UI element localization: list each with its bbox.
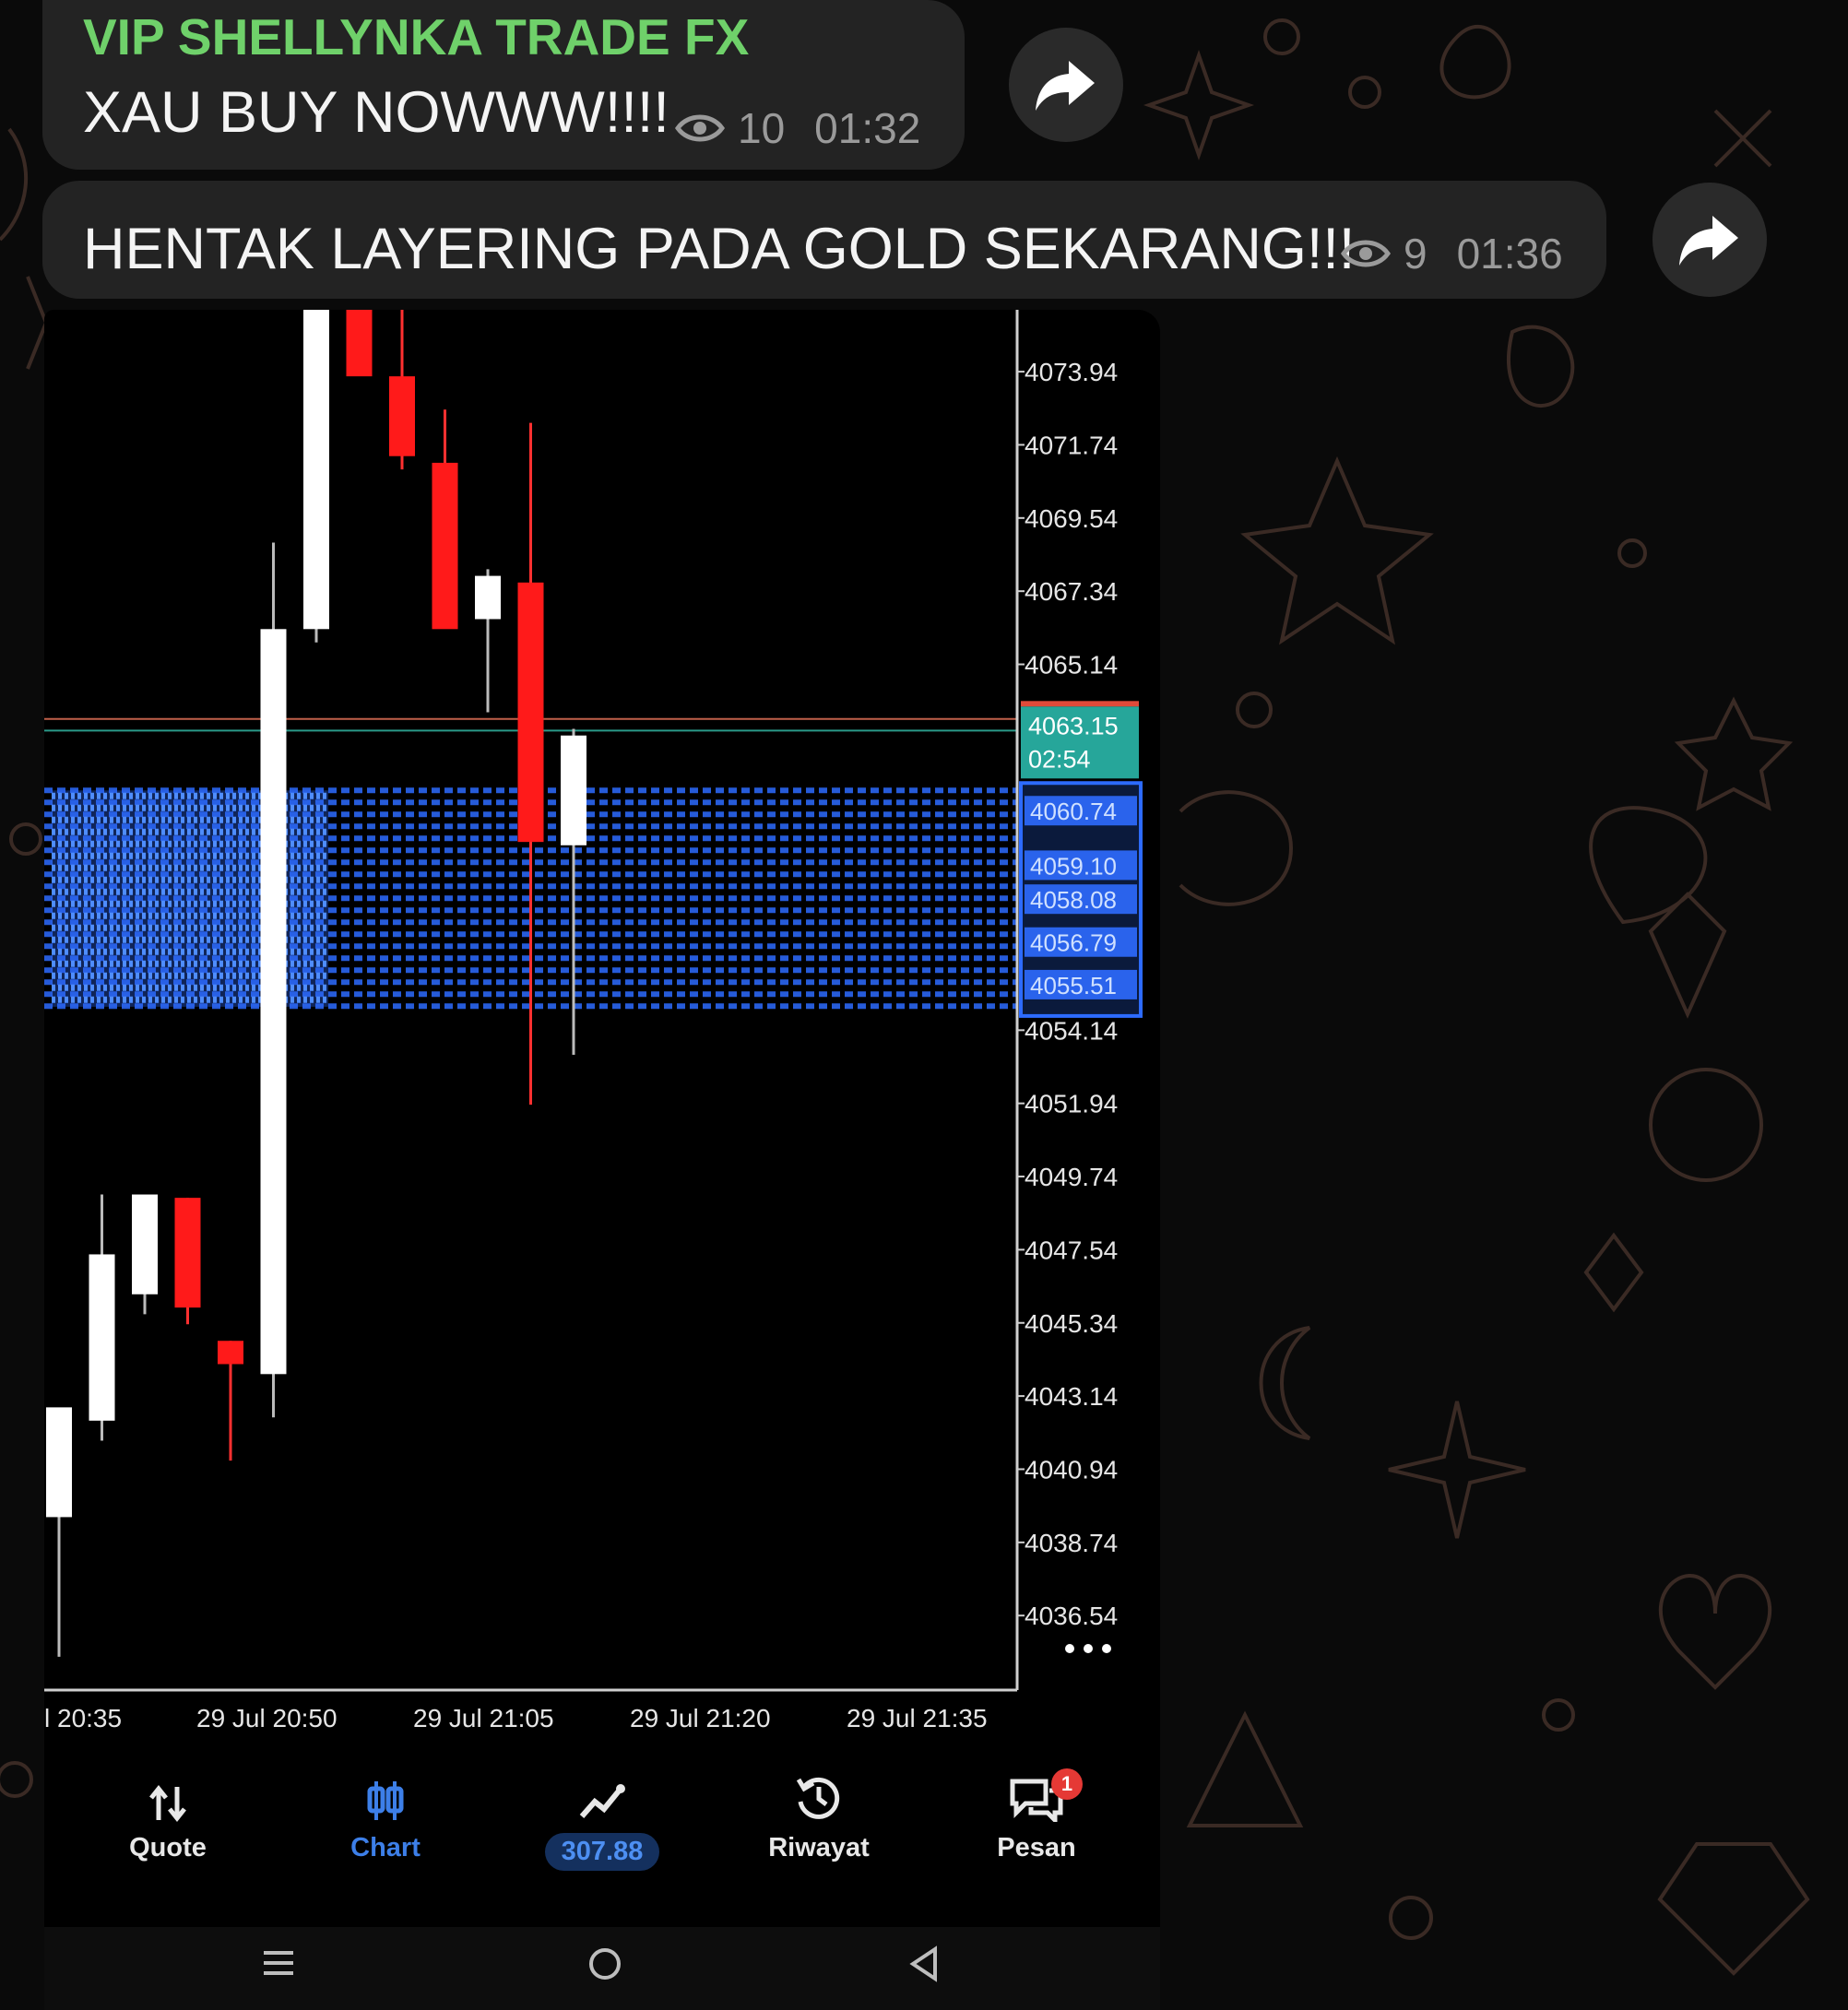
message-bubble[interactable]: HENTAK LAYERING PADA GOLD SEKARANG!!! 9 … — [42, 181, 1606, 299]
profit-badge: 307.88 — [544, 1833, 660, 1871]
x-tick-label: 29 Jul 21:20 — [630, 1704, 771, 1732]
y-tick-label: 4049.74 — [1025, 1163, 1118, 1191]
candle-body — [303, 310, 329, 630]
y-tick-label: 4045.34 — [1025, 1309, 1118, 1338]
candle-body — [561, 735, 586, 845]
order-level-label: 4058.08 — [1030, 886, 1117, 914]
unread-badge: 1 — [1051, 1768, 1083, 1800]
candle-body — [89, 1254, 115, 1421]
x-tick-label: 29 Jul 21:05 — [413, 1704, 554, 1732]
tab-label: Quote — [129, 1833, 207, 1862]
candle-body — [346, 310, 373, 377]
candle-body — [432, 462, 458, 630]
bottom-navigation: Quote Chart 307.88 Riwayat 1 Pesan — [44, 1757, 1160, 1942]
message-time: 01:36 — [1456, 230, 1563, 278]
candle-body — [475, 575, 501, 620]
y-tick-label: 4067.34 — [1025, 577, 1118, 606]
more-dots-icon — [1102, 1644, 1111, 1653]
quote-arrows-icon — [149, 1785, 186, 1822]
price-tag-accent — [1021, 701, 1139, 707]
share-arrow-icon — [1679, 216, 1738, 266]
trade-line-icon — [579, 1784, 625, 1818]
y-tick-label: 4036.54 — [1025, 1602, 1118, 1630]
candle-body — [46, 1407, 72, 1518]
tab-history[interactable]: Riwayat — [727, 1757, 911, 1863]
y-tick-label: 4047.54 — [1025, 1236, 1118, 1264]
order-level-label: 4056.79 — [1030, 929, 1117, 957]
y-tick-label: 4073.94 — [1025, 358, 1118, 386]
candle-body — [260, 629, 287, 1375]
y-tick-label: 4038.74 — [1025, 1529, 1118, 1557]
order-level-label: 4059.10 — [1030, 852, 1117, 880]
tab-label: Pesan — [997, 1833, 1076, 1862]
order-level-label: 4055.51 — [1030, 972, 1117, 999]
candle-body — [174, 1198, 201, 1308]
tab-trade[interactable]: 307.88 — [510, 1757, 694, 1871]
order-level-label: 4060.74 — [1030, 798, 1117, 825]
recents-icon[interactable] — [262, 1949, 295, 1977]
share-button[interactable] — [1653, 183, 1767, 297]
tab-messages[interactable]: 1 Pesan — [944, 1757, 1129, 1863]
message-bubble[interactable]: VIP SHELLYNKA TRADE FX XAU BUY NOWWW!!!!… — [42, 0, 965, 170]
message-meta: 10 01:32 — [675, 103, 920, 153]
candlestick-chart[interactable]: 4073.94 4071.74 4069.54 4067.34 4065.14 4054.… — [44, 310, 1160, 1757]
chart-screenshot[interactable]: 4073.94 4071.74 4069.54 4067.34 4065.14 4054.… — [44, 310, 1160, 2010]
candle-body — [517, 582, 544, 843]
system-navigation-bar — [44, 1927, 1160, 2010]
x-tick-label: l 20:35 — [44, 1704, 122, 1732]
eye-icon — [1341, 240, 1391, 267]
share-button[interactable] — [1009, 28, 1123, 142]
candle-body — [218, 1341, 243, 1365]
candle-body — [132, 1194, 158, 1295]
candles-icon — [367, 1781, 404, 1820]
candle-body — [389, 376, 415, 456]
x-tick-label: 29 Jul 21:35 — [847, 1704, 988, 1732]
tab-chart[interactable]: Chart — [293, 1757, 478, 1863]
y-tick-label: 4065.14 — [1025, 651, 1118, 680]
x-tick-label: 29 Jul 20:50 — [196, 1704, 338, 1732]
tab-quote[interactable]: Quote — [76, 1757, 260, 1863]
y-tick-label: 4040.94 — [1025, 1455, 1118, 1484]
tab-label: Riwayat — [768, 1833, 870, 1862]
message-text: XAU BUY NOWWW!!!! — [83, 80, 669, 145]
view-count: 10 — [738, 104, 786, 152]
share-arrow-icon — [1036, 61, 1095, 111]
countdown-label: 02:54 — [1028, 745, 1091, 773]
history-icon — [796, 1777, 840, 1819]
more-dots-icon — [1084, 1644, 1093, 1653]
y-tick-label: 4054.14 — [1025, 1016, 1118, 1045]
message-time: 01:32 — [814, 104, 921, 152]
message-text: HENTAK LAYERING PADA GOLD SEKARANG!!! — [83, 217, 1356, 281]
home-icon[interactable] — [586, 1945, 623, 1982]
y-tick-label: 4051.94 — [1025, 1090, 1118, 1118]
message-meta: 9 01:36 — [1341, 229, 1563, 278]
view-count: 9 — [1404, 230, 1427, 278]
more-dots-icon — [1065, 1644, 1074, 1653]
tab-label: Chart — [350, 1833, 421, 1862]
current-price-label: 4063.15 — [1028, 712, 1119, 739]
y-tick-label: 4043.14 — [1025, 1382, 1118, 1411]
back-icon[interactable] — [907, 1945, 941, 1982]
y-tick-label: 4071.74 — [1025, 431, 1118, 459]
eye-icon — [675, 114, 725, 142]
y-tick-label: 4069.54 — [1025, 504, 1118, 533]
sender-name[interactable]: VIP SHELLYNKA TRADE FX — [83, 7, 749, 66]
